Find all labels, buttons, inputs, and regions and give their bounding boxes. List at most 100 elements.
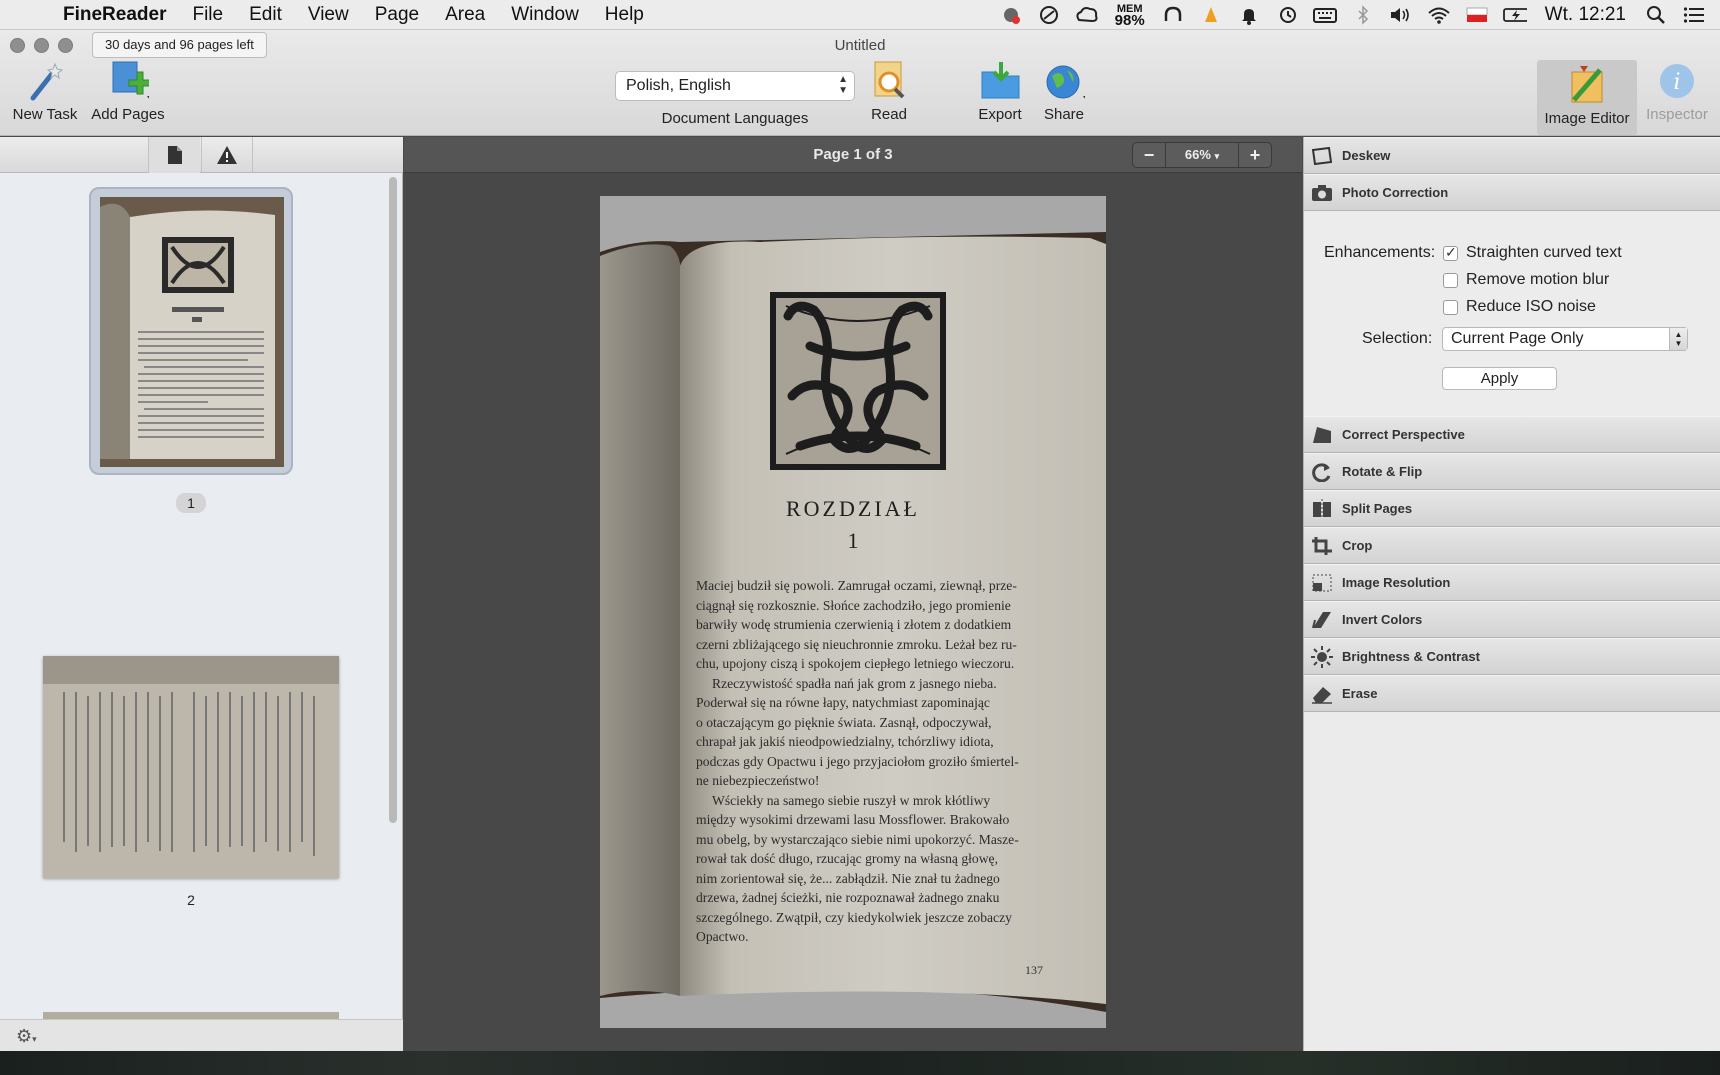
volume-icon[interactable] — [1389, 5, 1413, 25]
battery-charging-icon[interactable] — [1502, 5, 1527, 25]
vlc-cone-icon[interactable] — [1199, 5, 1223, 25]
keyboard-icon[interactable] — [1312, 5, 1337, 25]
book-text-line: Poderwał się na równe łapy, natychmiast … — [696, 695, 990, 710]
section-rotate-flip[interactable]: Rotate & Flip — [1304, 453, 1720, 490]
finereader-window: 30 days and 96 pages left Untitled New T… — [0, 30, 1720, 1051]
section-split-pages[interactable]: Split Pages — [1304, 490, 1720, 527]
gear-icon[interactable]: ⚙▾ — [16, 1026, 37, 1047]
menu-window[interactable]: Window — [498, 0, 592, 30]
section-brightness-contrast-label: Brightness & Contrast — [1342, 649, 1480, 664]
page-thumbnail-1[interactable] — [89, 187, 293, 475]
menu-file[interactable]: File — [179, 0, 236, 30]
do-not-disturb-icon[interactable] — [1037, 5, 1061, 25]
section-brightness-contrast[interactable]: Brightness & Contrast — [1304, 638, 1720, 675]
straighten-curved-text-label[interactable]: Straighten curved text — [1466, 244, 1622, 262]
toolbar: 30 days and 96 pages left Untitled New T… — [0, 30, 1720, 136]
wifi-icon[interactable] — [1427, 5, 1451, 25]
zoom-control: − 66% ▾ + — [1132, 142, 1272, 168]
page-thumbnail-2[interactable] — [43, 656, 339, 878]
creative-cloud-icon[interactable] — [1075, 5, 1099, 25]
apply-button[interactable]: Apply — [1442, 367, 1557, 390]
menu-area[interactable]: Area — [432, 0, 498, 30]
photo-correction-body: Enhancements: Straighten curved text Rem… — [1304, 211, 1720, 416]
new-task-button[interactable]: New Task — [8, 60, 82, 123]
export-label: Export — [978, 106, 1022, 123]
perspective-icon — [1310, 423, 1334, 447]
remove-motion-blur-label[interactable]: Remove motion blur — [1466, 271, 1609, 289]
section-image-resolution[interactable]: Image Resolution — [1304, 564, 1720, 601]
section-split-pages-label: Split Pages — [1342, 501, 1413, 516]
book-text-line: nim zorientował się, że... zabłądził. Ni… — [696, 870, 1000, 886]
input-source-flag-icon[interactable] — [1465, 5, 1489, 25]
sidebar-tabs — [0, 137, 403, 173]
tab-warnings[interactable] — [201, 137, 253, 173]
section-deskew[interactable]: Deskew — [1304, 137, 1720, 174]
inspector-button[interactable]: i Inspector — [1640, 60, 1714, 123]
book-text-line: czerni zbliżającego się nieuchronnie zmr… — [696, 636, 1017, 652]
section-crop-label: Crop — [1342, 538, 1373, 553]
image-editor-icon — [1566, 64, 1608, 106]
tab-pages[interactable] — [148, 137, 200, 173]
zoom-in-button[interactable]: + — [1239, 143, 1271, 167]
chapter-body-text: Maciej budził się powoli. Zamrugał oczam… — [696, 576, 1056, 947]
menu-view[interactable]: View — [295, 0, 362, 30]
section-correct-perspective-label: Correct Perspective — [1342, 427, 1465, 442]
add-pages-button[interactable]: Add Pages — [88, 60, 168, 123]
notification-bell-icon[interactable] — [1237, 5, 1261, 25]
menubar-clock[interactable]: Wt. 12:21 — [1541, 4, 1630, 26]
page-number-2[interactable]: 2 — [176, 892, 206, 908]
notification-center-icon[interactable] — [1682, 5, 1706, 25]
section-photo-correction-label: Photo Correction — [1342, 185, 1449, 200]
svg-text:i: i — [1673, 70, 1680, 95]
read-button[interactable]: Read — [864, 60, 914, 123]
selection-value: Current Page Only — [1451, 330, 1584, 347]
document-languages-value: Polish, English — [626, 77, 731, 94]
headphones-icon[interactable] — [1161, 5, 1185, 25]
bluetooth-icon[interactable] — [1351, 4, 1375, 25]
section-rotate-flip-label: Rotate & Flip — [1342, 464, 1423, 479]
image-editor-panel: Deskew Photo Correction Enhancements: St… — [1303, 137, 1720, 1051]
image-editor-label: Image Editor — [1544, 110, 1630, 127]
document-languages-select[interactable]: Polish, English ▲ ▼ — [615, 71, 855, 101]
reduce-iso-noise-checkbox[interactable] — [1443, 300, 1458, 315]
document-viewer: Page 1 of 3 − 66% ▾ + ROZDZIAŁ 1 Maciej … — [404, 137, 1302, 1051]
section-invert-colors[interactable]: Invert Colors — [1304, 601, 1720, 638]
export-button[interactable]: Export — [972, 60, 1028, 123]
page-number-1[interactable]: 1 — [176, 493, 206, 513]
section-erase[interactable]: Erase — [1304, 675, 1720, 712]
book-text-line: chrapał jak jakiś nieodpowiedzialny, tch… — [696, 734, 994, 749]
book-text-line: o otaczającym go pięknie świata. Zasnął,… — [696, 714, 992, 730]
memory-status[interactable]: MEM 98% — [1113, 3, 1147, 28]
page-thumbnail-3[interactable] — [43, 1012, 339, 1019]
zoom-level-select[interactable]: 66% ▾ — [1165, 143, 1239, 167]
section-image-resolution-label: Image Resolution — [1342, 575, 1451, 590]
book-text-line: Maciej budził się powoli. Zamrugał oczam… — [696, 578, 1017, 593]
reduce-iso-noise-label[interactable]: Reduce ISO noise — [1466, 298, 1596, 316]
selection-dropdown[interactable]: Current Page Only ▲ ▼ — [1442, 327, 1688, 351]
record-status-icon[interactable] — [999, 5, 1023, 25]
sidebar-scrollbar[interactable] — [389, 177, 397, 823]
zoom-out-button[interactable]: − — [1133, 143, 1165, 167]
section-photo-correction[interactable]: Photo Correction — [1304, 174, 1720, 211]
section-crop[interactable]: Crop — [1304, 527, 1720, 564]
section-deskew-label: Deskew — [1342, 148, 1391, 163]
menu-app-name[interactable]: FineReader — [50, 0, 179, 30]
share-button[interactable]: Share — [1036, 60, 1092, 123]
info-icon: i — [1656, 60, 1698, 102]
time-machine-icon[interactable] — [1275, 5, 1299, 25]
read-label: Read — [871, 106, 907, 123]
scanned-page-image[interactable]: ROZDZIAŁ 1 Maciej budził się powoli. Zam… — [600, 196, 1106, 1028]
crop-icon — [1310, 534, 1334, 558]
menu-page[interactable]: Page — [362, 0, 432, 30]
image-editor-button[interactable]: Image Editor — [1537, 60, 1637, 135]
menu-edit[interactable]: Edit — [236, 0, 295, 30]
section-erase-label: Erase — [1342, 686, 1378, 701]
section-correct-perspective[interactable]: Correct Perspective — [1304, 416, 1720, 453]
deskew-icon — [1310, 144, 1334, 168]
book-text-line: barwiły wodę strumienia czerwienią i zło… — [696, 617, 1012, 632]
remove-motion-blur-checkbox[interactable] — [1443, 273, 1458, 288]
straighten-curved-text-checkbox[interactable] — [1443, 244, 1458, 261]
menu-help[interactable]: Help — [592, 0, 657, 30]
sidebar-footer: ⚙▾ — [0, 1019, 403, 1051]
spotlight-search-icon[interactable] — [1644, 5, 1668, 25]
